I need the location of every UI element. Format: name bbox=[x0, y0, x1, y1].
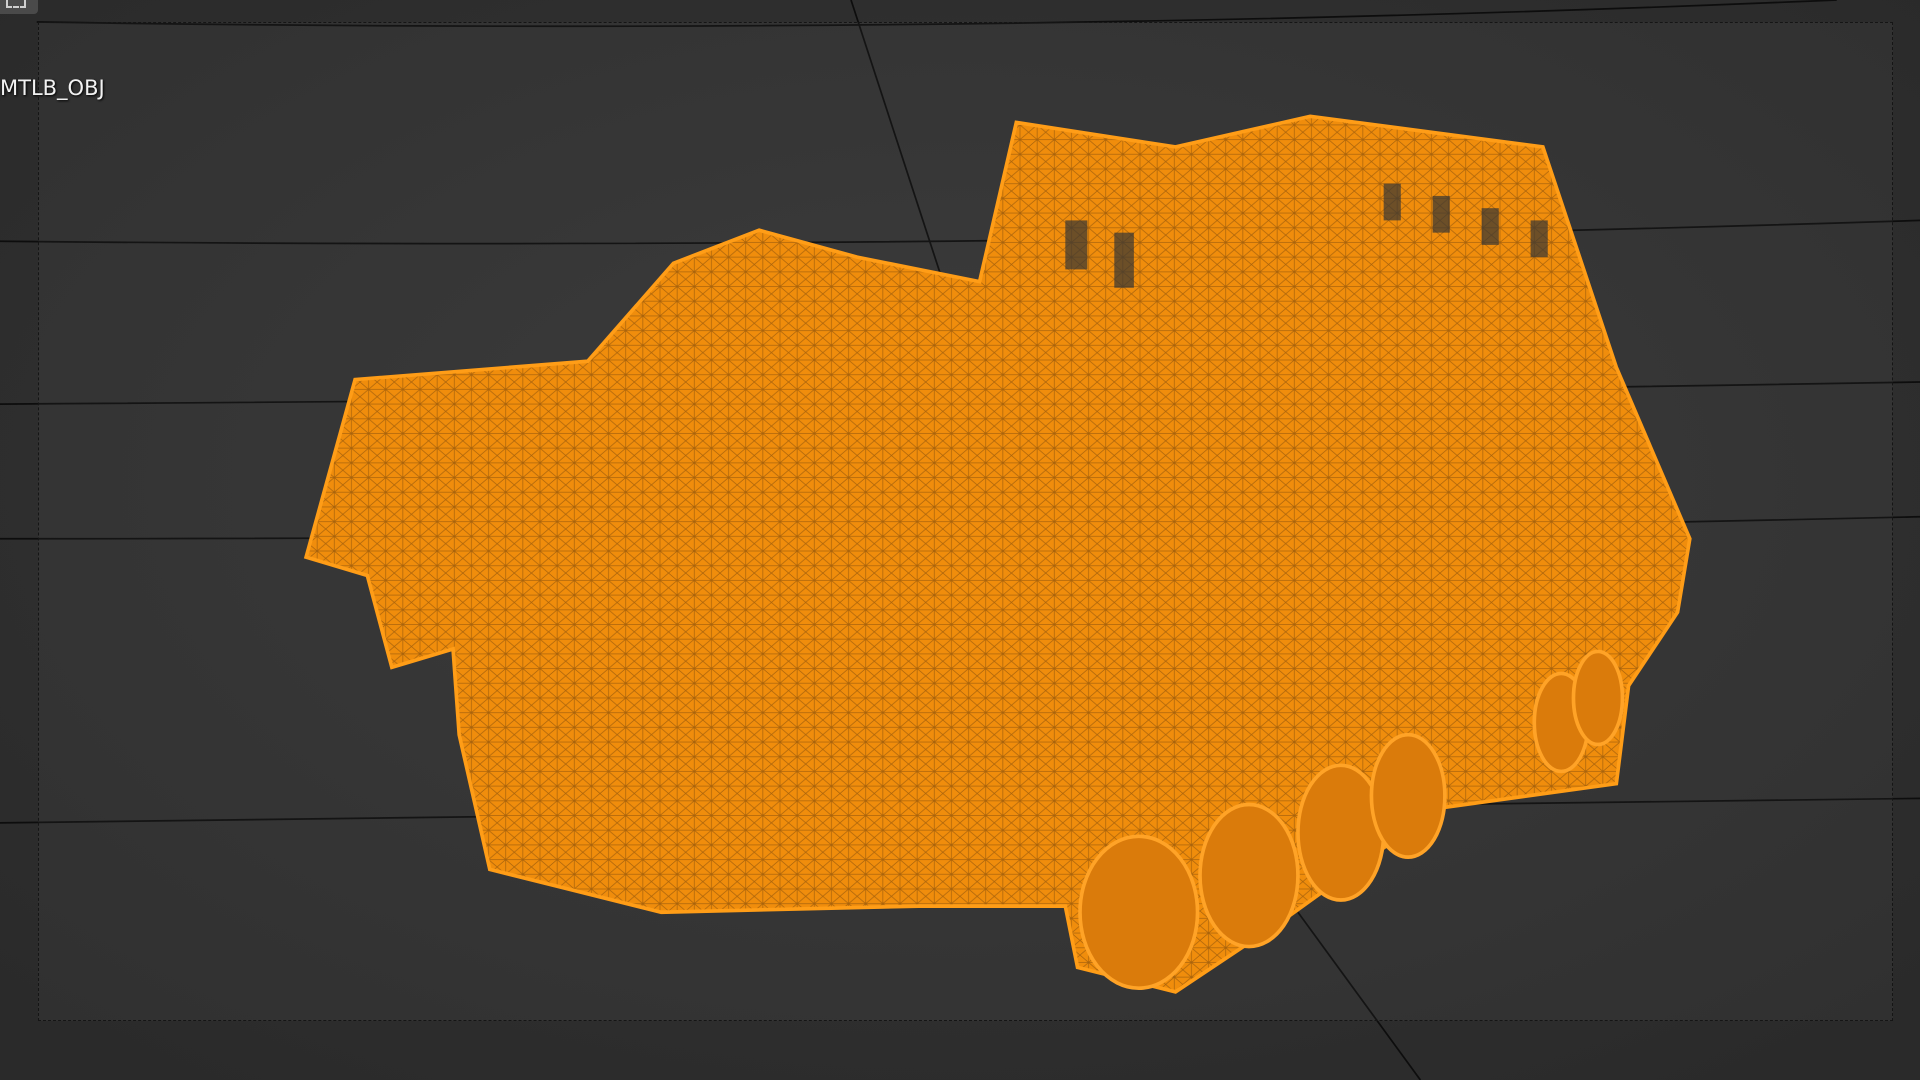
3d-viewport[interactable]: MTLB_OBJ bbox=[0, 0, 1920, 1080]
object-name-label: MTLB_OBJ bbox=[0, 76, 105, 100]
wheel bbox=[1198, 802, 1300, 949]
selection-frame-icon bbox=[6, 0, 26, 8]
wheel bbox=[1571, 649, 1625, 747]
wheel bbox=[1369, 732, 1447, 859]
wheel bbox=[1078, 834, 1200, 990]
frame-selection-button[interactable] bbox=[0, 0, 38, 14]
viewport-canvas[interactable] bbox=[0, 0, 1920, 1080]
